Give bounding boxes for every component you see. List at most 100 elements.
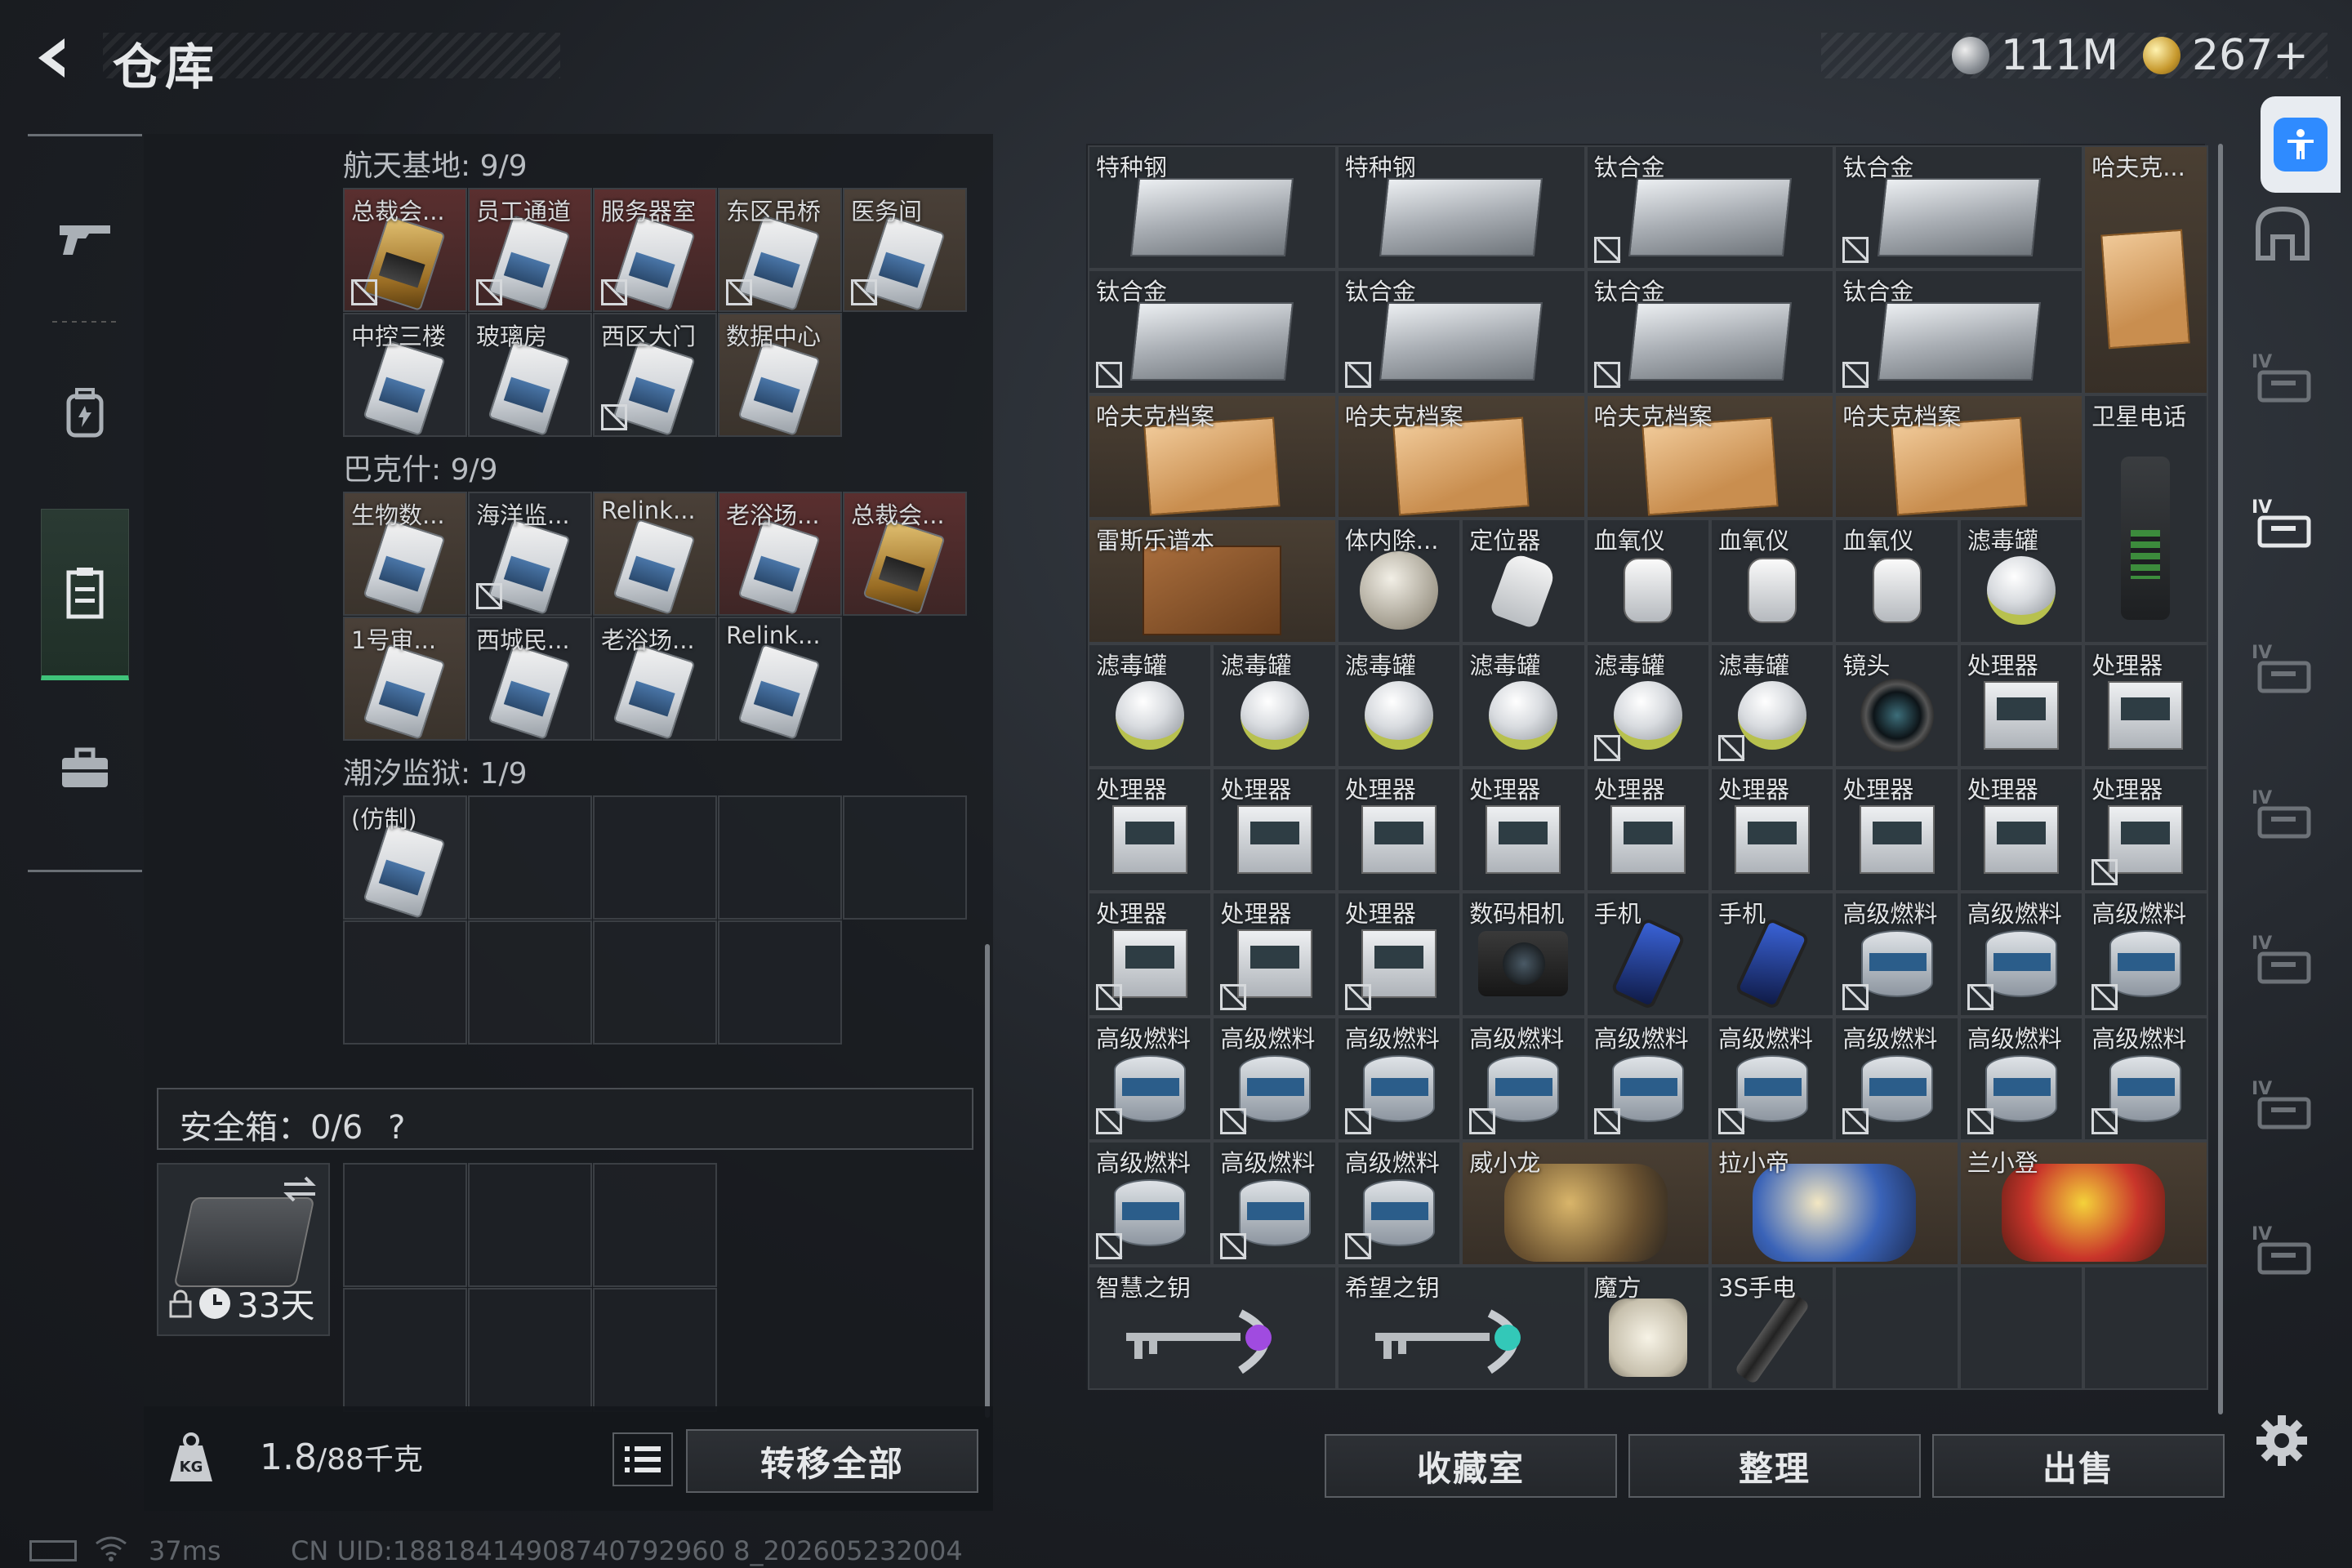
inventory-item[interactable]: 钛合金 bbox=[1834, 270, 2084, 394]
side-nav-item[interactable] bbox=[2238, 188, 2328, 278]
list-view-button[interactable] bbox=[612, 1432, 673, 1486]
safe-case-slot[interactable]: 33天 bbox=[157, 1163, 330, 1336]
keycard-slot[interactable]: 1号审... bbox=[343, 617, 467, 741]
inventory-item[interactable]: 魔方 bbox=[1585, 1265, 1710, 1390]
settings-button[interactable] bbox=[2247, 1406, 2316, 1475]
keycard-slot[interactable]: 数据中心 bbox=[718, 313, 842, 437]
inventory-item[interactable]: 特种钢 bbox=[1088, 145, 1337, 270]
transfer-all-button[interactable]: 转移全部 bbox=[686, 1429, 978, 1493]
collection-room-button[interactable]: 收藏室 bbox=[1325, 1434, 1617, 1498]
inventory-item[interactable]: 钛合金 bbox=[1336, 270, 1586, 394]
inventory-item[interactable]: 高级燃料 bbox=[2083, 1016, 2208, 1142]
inventory-item[interactable]: 拉小帝 bbox=[1710, 1141, 1959, 1266]
keycard-slot[interactable]: 中控三楼 bbox=[343, 313, 467, 437]
keycard-slot[interactable]: 员工通道 bbox=[468, 188, 592, 312]
inventory-item[interactable]: 哈夫克档案 bbox=[1585, 394, 1835, 519]
safe-slot[interactable] bbox=[343, 1288, 467, 1412]
inventory-item[interactable]: 血氧仪 bbox=[1834, 519, 1959, 644]
inventory-item[interactable]: 钛合金 bbox=[1088, 270, 1337, 394]
keycard-slot[interactable]: 生物数... bbox=[343, 492, 467, 616]
inventory-item[interactable]: 处理器 bbox=[1585, 768, 1710, 893]
side-nav-item[interactable]: IV bbox=[2238, 915, 2328, 1004]
inventory-item[interactable]: 卫星电话 bbox=[2083, 394, 2208, 644]
help-icon[interactable]: ? bbox=[388, 1109, 405, 1147]
keycard-slot[interactable]: 总裁会... bbox=[843, 492, 967, 616]
inventory-item[interactable]: 处理器 bbox=[1336, 892, 1462, 1017]
inventory-item[interactable]: 高级燃料 bbox=[1212, 1141, 1337, 1266]
inventory-item[interactable]: 滤毒罐 bbox=[1088, 643, 1213, 768]
inventory-item[interactable]: 高级燃料 bbox=[1834, 892, 1959, 1017]
inventory-item[interactable]: 滤毒罐 bbox=[1958, 519, 2084, 644]
keycard-slot[interactable]: 医务间 bbox=[843, 188, 967, 312]
inventory-item[interactable]: 希望之钥 bbox=[1336, 1265, 1586, 1390]
inventory-item[interactable]: 滤毒罐 bbox=[1585, 643, 1710, 768]
inventory-item[interactable]: 高级燃料 bbox=[1088, 1141, 1213, 1266]
nav-weapons[interactable] bbox=[41, 194, 129, 282]
inventory-item[interactable]: 高级燃料 bbox=[1834, 1016, 1959, 1142]
organize-button[interactable]: 整理 bbox=[1628, 1434, 1921, 1498]
side-nav-item[interactable]: IV bbox=[2238, 479, 2328, 568]
inventory-item[interactable]: 处理器 bbox=[1461, 768, 1586, 893]
inventory-item[interactable]: 处理器 bbox=[1710, 768, 1835, 893]
swap-icon[interactable] bbox=[279, 1173, 320, 1205]
inventory-item[interactable]: 处理器 bbox=[1336, 768, 1462, 893]
inventory-item[interactable]: 血氧仪 bbox=[1710, 519, 1835, 644]
side-nav-item[interactable]: IV bbox=[2238, 333, 2328, 423]
inventory-item[interactable]: 血氧仪 bbox=[1585, 519, 1710, 644]
inventory-item[interactable]: 威小龙 bbox=[1461, 1141, 1710, 1266]
empty-inventory-slot[interactable] bbox=[1958, 1265, 2084, 1390]
inventory-item[interactable]: 高级燃料 bbox=[1461, 1016, 1586, 1142]
inventory-item[interactable]: 手机 bbox=[1585, 892, 1710, 1017]
inventory-item[interactable]: 高级燃料 bbox=[1710, 1016, 1835, 1142]
inventory-item[interactable]: 哈夫克档案 bbox=[1336, 394, 1586, 519]
currency-silver[interactable]: 111M bbox=[1952, 31, 2118, 80]
inventory-item[interactable]: 处理器 bbox=[1212, 768, 1337, 893]
inventory-item[interactable]: 哈夫克档案 bbox=[1088, 394, 1337, 519]
inventory-item[interactable]: 3S手电 bbox=[1710, 1265, 1835, 1390]
keycard-slot[interactable]: 西区大门 bbox=[593, 313, 717, 437]
safe-slot[interactable] bbox=[468, 1288, 592, 1412]
keycard-slot[interactable]: (仿制) bbox=[343, 795, 467, 920]
inventory-item[interactable]: 钛合金 bbox=[1585, 270, 1835, 394]
empty-inventory-slot[interactable] bbox=[1834, 1265, 1959, 1390]
empty-slot[interactable] bbox=[593, 795, 717, 920]
inventory-item[interactable]: 镜头 bbox=[1834, 643, 1959, 768]
inventory-item[interactable]: 滤毒罐 bbox=[1336, 643, 1462, 768]
inventory-item[interactable]: 处理器 bbox=[1958, 768, 2084, 893]
keycard-slot[interactable]: 老浴场... bbox=[593, 617, 717, 741]
inventory-item[interactable]: 处理器 bbox=[1088, 768, 1213, 893]
inventory-item[interactable]: 数码相机 bbox=[1461, 892, 1586, 1017]
inventory-item[interactable]: 哈夫克... bbox=[2083, 145, 2208, 394]
inventory-item[interactable]: 钛合金 bbox=[1834, 145, 2084, 270]
empty-slot[interactable] bbox=[343, 920, 467, 1045]
keycard-slot[interactable]: 总裁会... bbox=[343, 188, 467, 312]
empty-slot[interactable] bbox=[843, 795, 967, 920]
stash-scrollbar[interactable] bbox=[985, 944, 990, 1418]
inventory-item[interactable]: 体内除... bbox=[1336, 519, 1462, 644]
inventory-item[interactable]: 雷斯乐谱本 bbox=[1088, 519, 1337, 644]
empty-slot[interactable] bbox=[468, 920, 592, 1045]
inventory-item[interactable]: 滤毒罐 bbox=[1461, 643, 1586, 768]
inventory-item[interactable]: 钛合金 bbox=[1585, 145, 1835, 270]
side-nav-item[interactable]: IV bbox=[2238, 769, 2328, 859]
inventory-item[interactable]: 滤毒罐 bbox=[1212, 643, 1337, 768]
inventory-item[interactable]: 特种钢 bbox=[1336, 145, 1586, 270]
inventory-scrollbar[interactable] bbox=[2218, 144, 2223, 1414]
keycard-slot[interactable]: 玻璃房 bbox=[468, 313, 592, 437]
accessibility-button[interactable] bbox=[2261, 96, 2341, 193]
keycard-slot[interactable]: 西城民... bbox=[468, 617, 592, 741]
side-nav-item[interactable]: IV bbox=[2238, 1205, 2328, 1295]
inventory-item[interactable]: 定位器 bbox=[1461, 519, 1586, 644]
inventory-item[interactable]: 处理器 bbox=[2083, 643, 2208, 768]
empty-slot[interactable] bbox=[468, 795, 592, 920]
empty-slot[interactable] bbox=[718, 920, 842, 1045]
keycard-slot[interactable]: Relink... bbox=[593, 492, 717, 616]
empty-slot[interactable] bbox=[593, 920, 717, 1045]
keycard-slot[interactable]: 东区吊桥 bbox=[718, 188, 842, 312]
nav-briefcase[interactable] bbox=[41, 724, 129, 813]
inventory-item[interactable]: 处理器 bbox=[1958, 643, 2084, 768]
nav-backpack[interactable] bbox=[41, 368, 129, 457]
inventory-item[interactable]: 高级燃料 bbox=[1336, 1016, 1462, 1142]
side-nav-item[interactable]: IV bbox=[2238, 624, 2328, 714]
inventory-item[interactable]: 处理器 bbox=[2083, 768, 2208, 893]
